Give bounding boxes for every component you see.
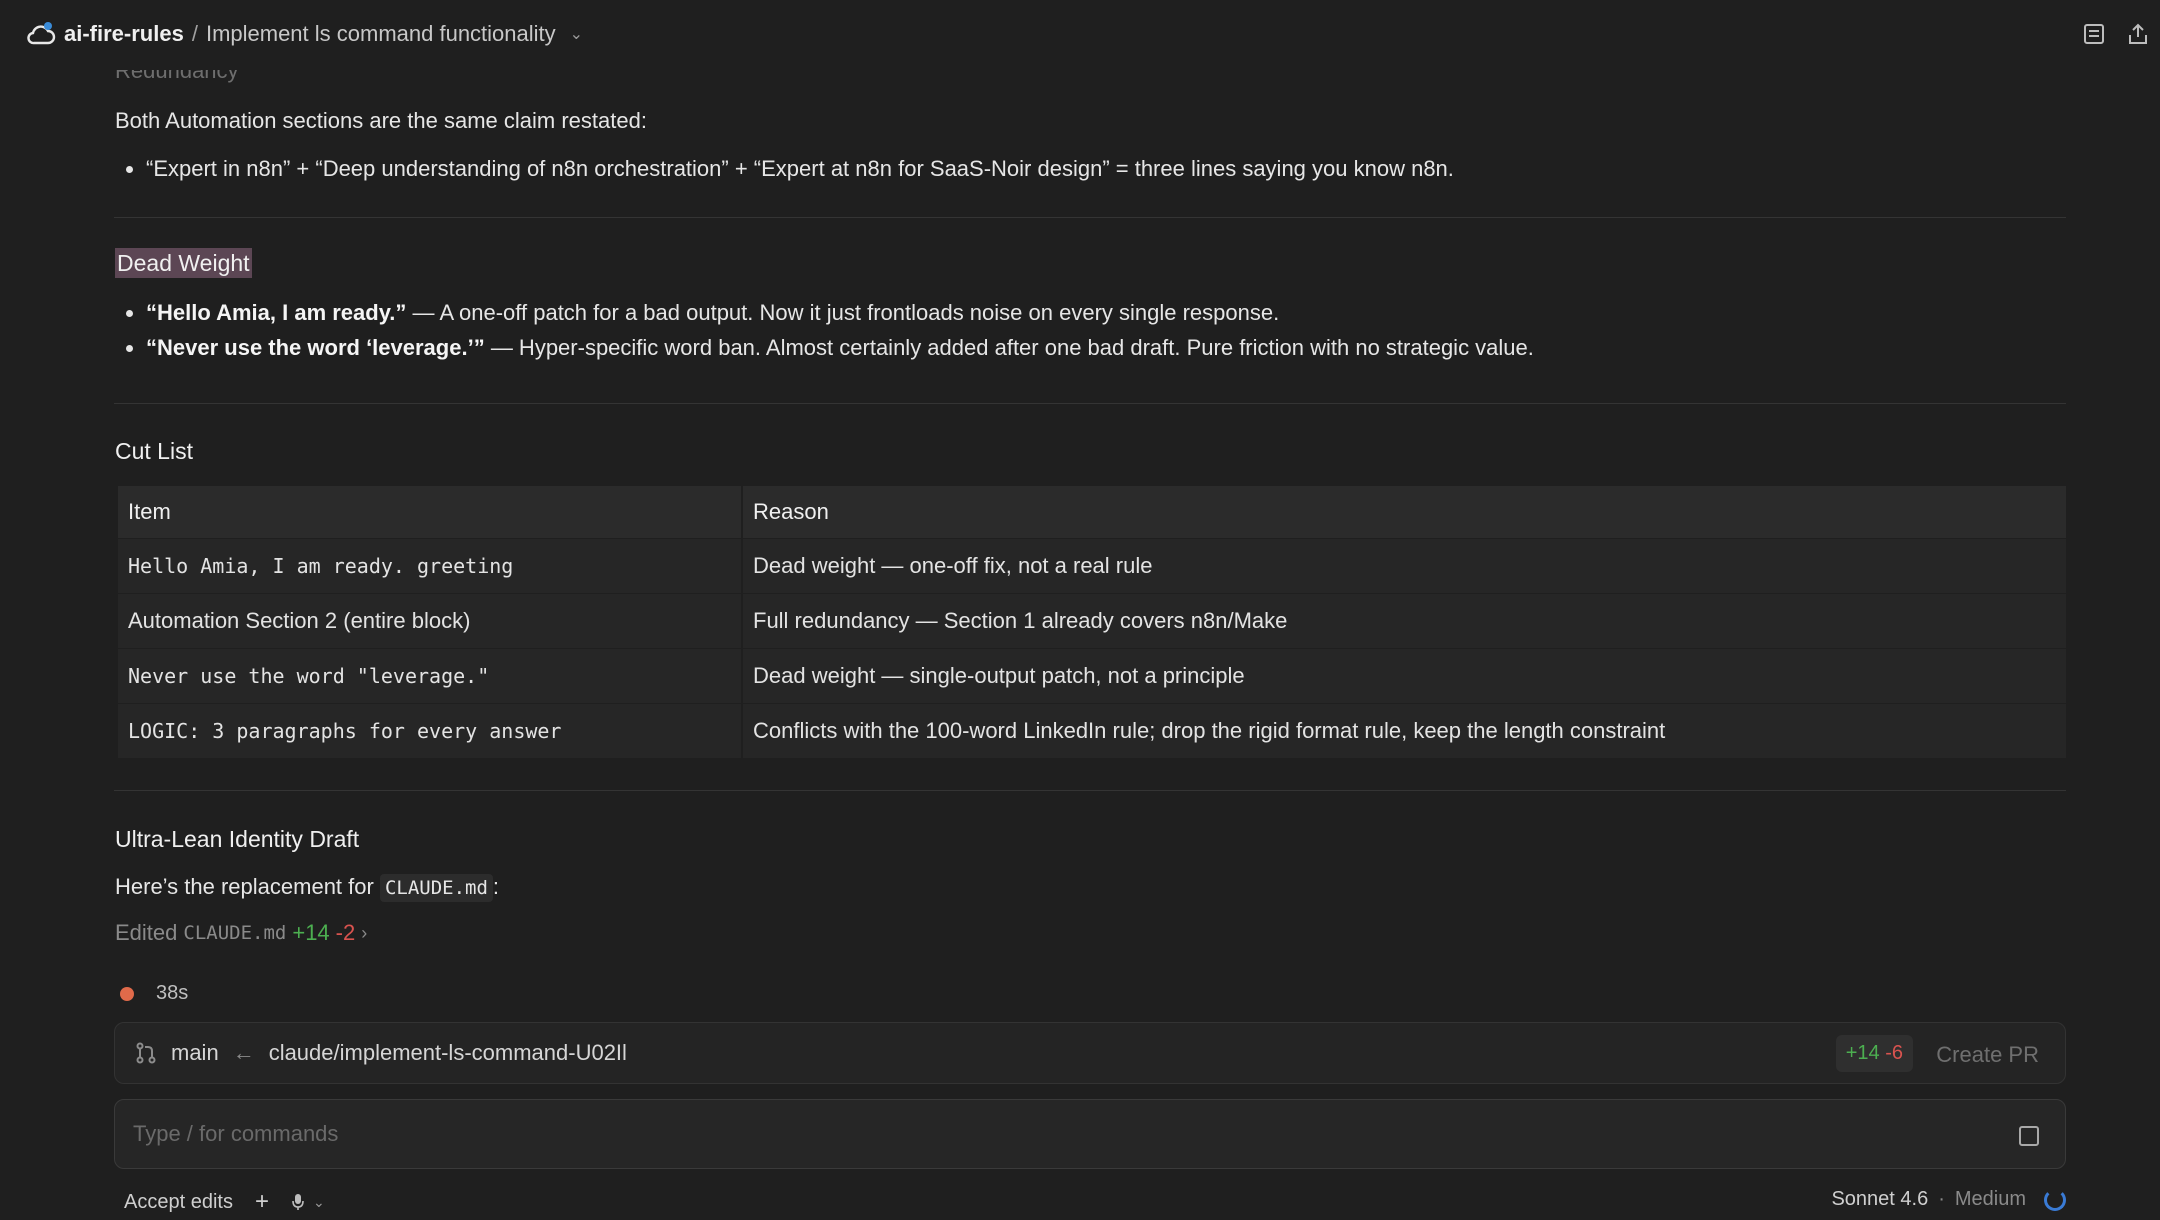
cell-item: LOGIC: 3 paragraphs for every answer bbox=[118, 703, 743, 758]
list-item: “Never use the word ‘leverage.’” — Hyper… bbox=[146, 333, 2086, 364]
mic-icon bbox=[292, 1194, 304, 1210]
column-header-reason: Reason bbox=[743, 486, 2066, 538]
dead-weight-item-text: — Hyper-specific word ban. Almost certai… bbox=[484, 334, 1534, 360]
table-row: Automation Section 2 (entire block) Full… bbox=[118, 593, 2066, 648]
replacement-suffix: : bbox=[492, 874, 500, 899]
divider bbox=[114, 790, 2066, 791]
cell-item: Automation Section 2 (entire block) bbox=[118, 593, 743, 648]
edited-removed: -2 bbox=[335, 920, 356, 945]
divider bbox=[114, 217, 2066, 218]
diff-stats-badge[interactable]: +14 -6 bbox=[1835, 1035, 1913, 1072]
panel-icon[interactable] bbox=[2082, 22, 2106, 46]
top-bar: ai-fire-rules / Implement ls command fun… bbox=[0, 0, 2160, 70]
plus-icon[interactable]: + bbox=[255, 1188, 269, 1216]
dead-weight-list: “Hello Amia, I am ready.” — A one-off pa… bbox=[114, 298, 2086, 364]
cell-reason: Conflicts with the 100-word LinkedIn rul… bbox=[743, 703, 2066, 758]
branch-info: main ← claude/implement-ls-command-U02Il bbox=[135, 1040, 627, 1066]
cell-reason: Dead weight — single-output patch, not a… bbox=[743, 648, 2066, 703]
accept-edits-button[interactable]: Accept edits bbox=[124, 1191, 233, 1214]
cell-reason: Full redundancy — Section 1 already cove… bbox=[743, 593, 2066, 648]
diff-removed: -6 bbox=[1885, 1042, 1903, 1064]
model-name: Sonnet 4.6 bbox=[1831, 1188, 1929, 1210]
command-input[interactable] bbox=[131, 1120, 1985, 1148]
table-row: LOGIC: 3 paragraphs for every answer Con… bbox=[118, 703, 2066, 758]
effort-level: Medium bbox=[1954, 1188, 2026, 1210]
cut-list-title: Cut List bbox=[115, 438, 193, 464]
bottom-toolbar: Accept edits + ⌄ Sonnet 4.6 · Medium bbox=[124, 1188, 2066, 1216]
breadcrumb-separator: / bbox=[191, 21, 198, 46]
cell-item: Hello Amia, I am ready. greeting bbox=[118, 538, 743, 593]
feature-branch: claude/implement-ls-command-U02Il bbox=[268, 1040, 627, 1065]
chevron-down-icon: ⌄ bbox=[312, 1193, 325, 1210]
branch-arrow-icon: ← bbox=[232, 1040, 255, 1065]
command-input-box bbox=[114, 1099, 2066, 1169]
cell-item: Never use the word "leverage." bbox=[118, 648, 743, 703]
draft-title: Ultra-Lean Identity Draft bbox=[115, 826, 360, 852]
replacement-text: Here’s the replacement for CLAUDE.md: bbox=[115, 872, 499, 903]
redundancy-list: “Expert in n8n” + “Deep understanding of… bbox=[114, 154, 2086, 185]
replacement-filename: CLAUDE.md bbox=[379, 874, 493, 902]
column-header-item: Item bbox=[118, 486, 743, 538]
chevron-down-icon[interactable]: ⌄ bbox=[570, 24, 583, 44]
dead-weight-item-bold: “Never use the word ‘leverage.’” bbox=[146, 334, 485, 360]
cloud-icon bbox=[27, 22, 56, 45]
edited-file-row[interactable]: Edited CLAUDE.md +14 -2 › bbox=[115, 920, 367, 946]
activity-status: 38s bbox=[120, 982, 188, 1005]
elapsed-time: 38s bbox=[156, 982, 189, 1004]
list-item: “Hello Amia, I am ready.” — A one-off pa… bbox=[146, 298, 2086, 329]
repo-name[interactable]: ai-fire-rules bbox=[64, 21, 184, 47]
table-row: Hello Amia, I am ready. greeting Dead we… bbox=[118, 538, 2066, 593]
base-branch: main bbox=[171, 1040, 219, 1065]
edited-filename: CLAUDE.md bbox=[183, 922, 287, 944]
dead-weight-item-bold: “Hello Amia, I am ready.” bbox=[146, 300, 407, 325]
branch-icon bbox=[136, 1042, 156, 1064]
model-selector[interactable]: Sonnet 4.6 · Medium bbox=[1831, 1188, 2066, 1211]
edited-added: +14 bbox=[292, 920, 330, 945]
edited-label: Edited bbox=[115, 920, 178, 945]
dead-weight-item-text: — A one-off patch for a bad output. Now … bbox=[406, 300, 1280, 325]
mic-menu[interactable]: ⌄ bbox=[291, 1193, 325, 1211]
share-icon[interactable] bbox=[2126, 22, 2150, 46]
divider bbox=[114, 403, 2066, 404]
redundancy-intro: Both Automation sections are the same cl… bbox=[115, 108, 647, 133]
create-pr-button[interactable]: Create PR bbox=[1930, 1035, 2045, 1075]
table-row: Never use the word "leverage." Dead weig… bbox=[118, 648, 2066, 703]
breadcrumb: ai-fire-rules / Implement ls command fun… bbox=[26, 20, 583, 48]
dead-weight-heading: Dead Weight bbox=[115, 248, 252, 278]
top-actions bbox=[2082, 22, 2150, 46]
table-header-row: Item Reason bbox=[118, 486, 2066, 538]
branch-bar: main ← claude/implement-ls-command-U02Il… bbox=[114, 1022, 2066, 1084]
stop-icon[interactable] bbox=[2019, 1126, 2039, 1146]
spinner-icon bbox=[2044, 1188, 2066, 1211]
replacement-prefix: Here’s the replacement for bbox=[115, 874, 374, 899]
chevron-right-icon: › bbox=[361, 922, 368, 943]
list-item: “Expert in n8n” + “Deep understanding of… bbox=[146, 154, 2086, 185]
status-dot-icon bbox=[120, 986, 134, 1001]
model-separator: · bbox=[1938, 1188, 1945, 1210]
session-title[interactable]: Implement ls command functionality bbox=[206, 21, 556, 47]
cell-reason: Dead weight — one-off fix, not a real ru… bbox=[743, 538, 2066, 593]
dead-weight-title: Dead Weight bbox=[115, 248, 252, 278]
diff-added: +14 bbox=[1845, 1042, 1880, 1064]
cut-list-table: Item Reason Hello Amia, I am ready. gree… bbox=[118, 486, 2066, 758]
bottom-left: Accept edits + ⌄ bbox=[124, 1188, 325, 1216]
